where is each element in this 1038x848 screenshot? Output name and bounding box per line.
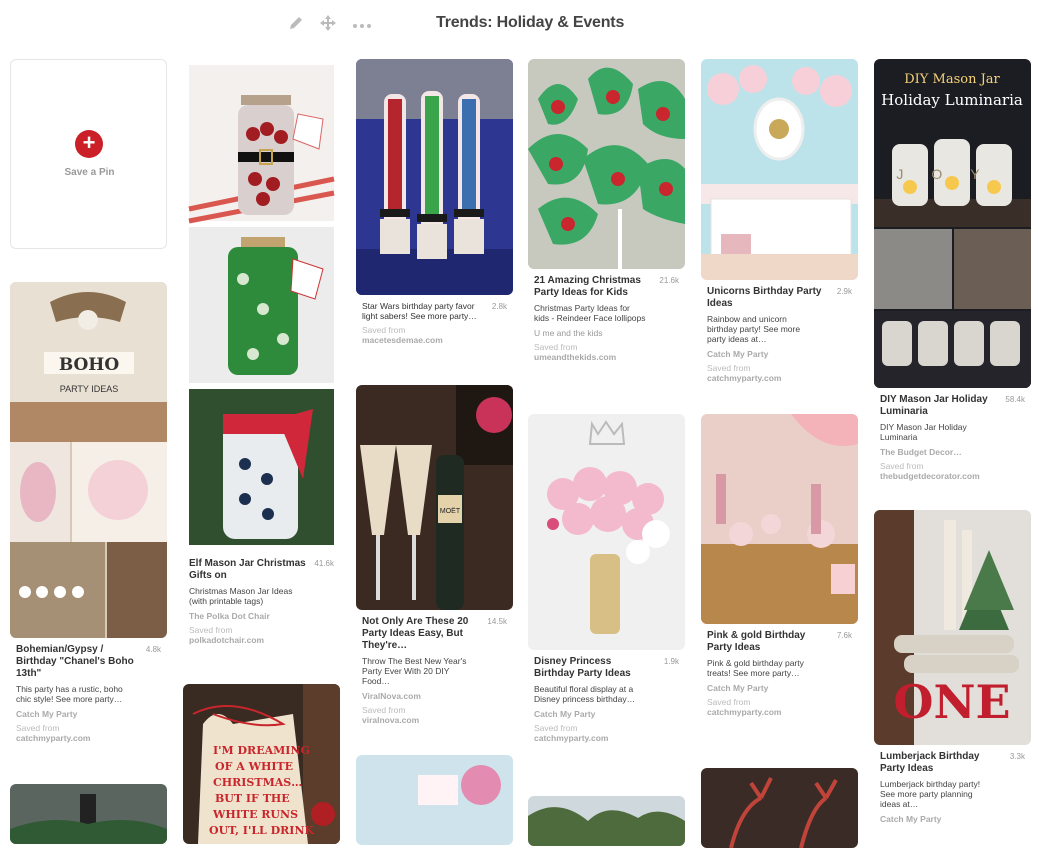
board-title: Trends: Holiday & Events [436,14,625,31]
pin-source[interactable]: umeandthekids.com [534,352,679,362]
boho-overlay-text: BOHO [59,355,120,375]
wc-line3: CHRISTMAS… [213,776,302,789]
pin-source[interactable]: catchmyparty.com [534,733,679,743]
pin-saved-from-label: Saved from [362,705,406,715]
pin-image[interactable] [701,59,858,280]
move-icon[interactable] [319,14,339,34]
boho-overlay-sub: PARTY IDEAS [60,384,119,394]
pin-image[interactable]: MOËT [356,385,513,610]
pin-title[interactable]: 21 Amazing Christmas Party Ideas for Kid… [534,275,652,299]
pin-title[interactable]: Disney Princess Birthday Party Ideas [534,656,652,680]
pin-source[interactable]: catchmyparty.com [16,733,161,743]
pin-description: Christmas Mason Jar Ideas (with printabl… [189,586,293,606]
pin-saved-from-label: Saved from [16,723,60,733]
save-pin-label: Save a Pin [64,167,115,178]
pin-save-count: 2.9k [836,287,852,296]
pin-title[interactable]: Lumberjack Birthday Party Ideas [880,751,998,775]
wc-line1: I'M DREAMING [213,744,310,757]
luminaria-jar-letters: JOY [896,166,1007,182]
pin-title[interactable]: Star Wars birthday party favor light sab… [362,301,480,321]
pin-image[interactable] [701,414,858,624]
pin-source[interactable]: catchmyparty.com [707,373,852,383]
pin-source[interactable]: polkadotchair.com [189,635,334,645]
pin-save-count: 2.8k [491,302,507,311]
pin-user[interactable]: The Budget Decor… [880,447,1025,457]
pin-saved-from-label: Saved from [534,342,578,352]
pin-save-count: 7.6k [836,631,852,640]
pin-save-count: 58.4k [1005,395,1025,404]
pin-source[interactable]: catchmyparty.com [707,707,852,717]
wc-line6: OUT, I'LL DRINK [209,824,315,837]
pin-description: DIY Mason Jar Holiday Luminaria [880,422,967,442]
pin-source[interactable]: viralnova.com [362,715,507,725]
add-pin-icon[interactable]: + [75,130,103,158]
pin-title[interactable]: Bohemian/Gypsy / Birthday "Chanel's Boho… [16,644,134,680]
pin-image[interactable] [183,59,340,552]
more-icon[interactable] [352,18,372,38]
pin-save-count: 3.3k [1009,752,1025,761]
pin-image[interactable]: ONE [874,510,1031,745]
pin-saved-from-label: Saved from [362,325,406,335]
pin-save-count: 21.6k [659,276,679,285]
pin-image[interactable]: I'M DREAMING OF A WHITE CHRISTMAS… BUT I… [183,684,340,844]
pin-image[interactable]: BOHO PARTY IDEAS [10,282,167,638]
lumberjack-overlay-text: ONE [893,675,1010,729]
pin-description: Christmas Party Ideas for kids - Reindee… [534,303,646,323]
wc-line5: WHITE RUNS [212,808,298,821]
pin-user[interactable]: Catch My Party [534,709,679,719]
pin-title[interactable]: Elf Mason Jar Christmas Gifts on [189,558,307,582]
pin-saved-from-label: Saved from [189,625,233,635]
pin-title[interactable]: Pink & gold Birthday Party Ideas [707,630,825,654]
pin-title[interactable]: Not Only Are These 20 Party Ideas Easy, … [362,616,480,652]
pin-image[interactable]: DIY Mason Jar Holiday Luminaria JOY [874,59,1031,388]
pin-saved-from-label: Saved from [534,723,578,733]
luminaria-overlay-line2: Holiday Luminaria [881,91,1023,109]
save-pin-card[interactable]: + Save a Pin [10,59,167,249]
pin-image[interactable] [528,414,685,650]
wc-line2: OF A WHITE [215,760,293,773]
pin-title[interactable]: DIY Mason Jar Holiday Luminaria [880,394,998,418]
pin-image[interactable] [701,768,858,848]
pin-description: Beautiful floral display at a Disney pri… [534,684,636,704]
pin-user[interactable]: Catch My Party [16,709,161,719]
pin-user[interactable]: Catch My Party [707,349,852,359]
pin-title[interactable]: Unicorns Birthday Party Ideas [707,286,825,310]
pin-description: This party has a rustic, boho chic style… [16,684,123,704]
pin-description: Pink & gold birthday party treats! See m… [707,658,804,678]
pin-user[interactable]: The Polka Dot Chair [189,611,334,621]
pin-saved-from-label: Saved from [880,461,924,471]
edit-pencil-icon[interactable] [287,14,307,34]
pin-save-count: 41.6k [314,559,334,568]
luminaria-overlay-line1: DIY Mason Jar [904,72,1000,87]
pin-image[interactable] [528,796,685,846]
pin-save-count: 1.9k [663,657,679,666]
svg-text:MOËT: MOËT [440,507,461,515]
pin-saved-from-label: Saved from [707,697,751,707]
pin-description: Rainbow and unicorn birthday party! See … [707,314,801,344]
pin-user[interactable]: Catch My Party [707,683,852,693]
pin-image[interactable] [356,755,513,845]
wc-line4: BUT IF THE [215,792,290,805]
pin-description: Throw The Best New Year's Party Ever Wit… [362,656,467,686]
pin-save-count: 4.8k [145,645,161,654]
pin-image[interactable] [528,59,685,269]
pin-source[interactable]: macetesdemae.com [362,335,507,345]
board-header: Trends: Holiday & Events [0,0,1038,50]
pin-image[interactable] [356,59,513,295]
pin-user[interactable]: Catch My Party [880,814,1025,824]
pin-user[interactable]: U me and the kids [534,328,679,338]
pin-saved-from-label: Saved from [707,363,751,373]
pin-image[interactable] [10,784,167,844]
pin-description: Lumberjack birthday party! See more part… [880,779,981,809]
pin-user[interactable]: ViralNova.com [362,691,507,701]
pin-save-count: 14.5k [487,617,507,626]
pin-source[interactable]: thebudgetdecorator.com [880,471,1025,481]
